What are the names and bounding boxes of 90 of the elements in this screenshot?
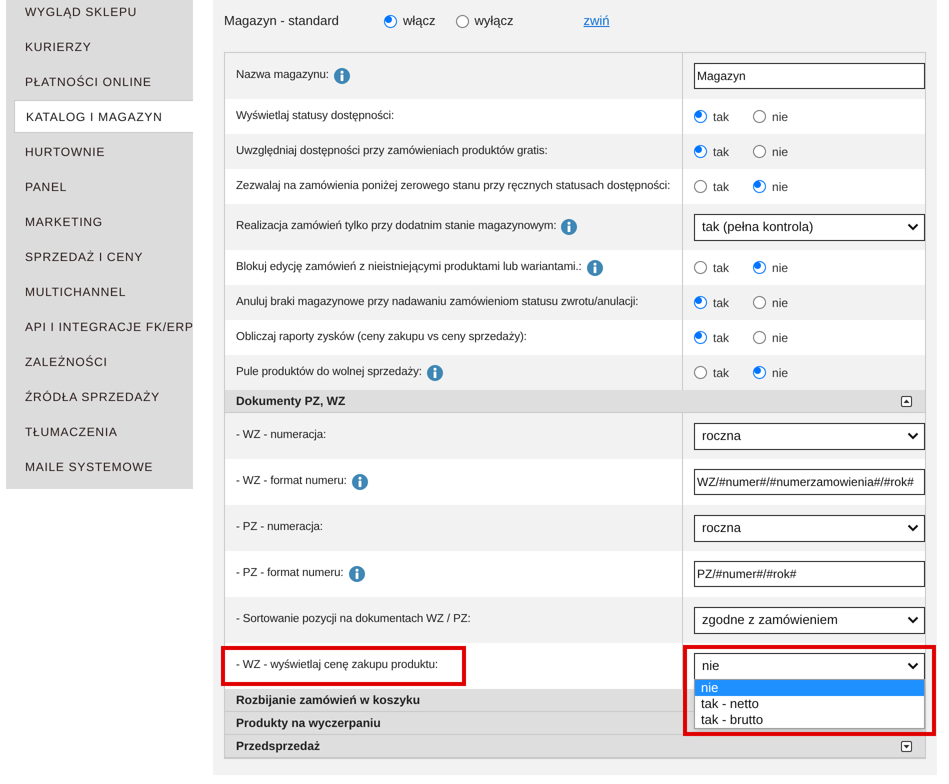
- setting-label: Blokuj edycję zamówień z nieistniejącymi produktami lub wariantami.:: [236, 260, 582, 275]
- radio-label: nie: [772, 108, 788, 126]
- radio-button[interactable]: [384, 14, 397, 28]
- dropdown-select[interactable]: zgodne z zamówieniem: [694, 606, 925, 634]
- sidebar-item[interactable]: MULTICHANNEL: [6, 274, 193, 309]
- setting-label: Anuluj braki magazynowe przy nadawaniu zamówieniom statusu zwrotu/anulacji:: [236, 294, 638, 310]
- sidebar-item[interactable]: ŹRÓDŁA SPRZEDAŻY: [6, 379, 193, 414]
- radio-label: tak: [713, 144, 730, 160]
- dropdown-select[interactable]: tak (pełna kontrola): [694, 214, 925, 240]
- input-field[interactable]: Magazyn: [694, 63, 925, 89]
- radio-label: nie: [772, 178, 788, 196]
- radio-button[interactable]: [694, 110, 707, 123]
- radio-label: nie: [772, 294, 788, 312]
- setting-label: Obliczaj raporty zysków (ceny zakupu vs ceny sprzedaży):: [236, 330, 527, 345]
- info-icon[interactable]: [426, 364, 443, 380]
- section-title[interactable]: Rozbijanie zamówień w koszyku: [236, 691, 420, 709]
- radio-button[interactable]: [753, 296, 766, 309]
- input-field[interactable]: PZ/#numer#/#rok#: [694, 561, 925, 587]
- info-icon[interactable]: [561, 219, 578, 235]
- radio-label: nie: [772, 144, 788, 160]
- info-icon[interactable]: [334, 68, 350, 84]
- expand-icon[interactable]: [901, 740, 912, 752]
- sidebar-item[interactable]: ZALEŻNOŚCI: [6, 344, 193, 379]
- radio-button[interactable]: [694, 296, 707, 309]
- sidebar-item[interactable]: TŁUMACZENIA: [6, 414, 193, 449]
- sidebar-item[interactable]: WYGLĄD SKLEPU: [6, 0, 193, 29]
- radio-label: tak: [713, 330, 730, 346]
- radio-label: tak: [713, 178, 730, 196]
- section-title[interactable]: Produkty na wyczerpaniu: [236, 714, 381, 732]
- radio-button[interactable]: [694, 331, 707, 344]
- radio-label: tak: [713, 260, 730, 276]
- collapse-icon[interactable]: [901, 396, 912, 406]
- radio-button[interactable]: [753, 261, 766, 274]
- input-field[interactable]: WZ/#numer#/#numerzamowienia#/#rok#: [694, 469, 925, 495]
- radio-button[interactable]: [694, 145, 707, 158]
- dropdown-select[interactable]: nie: [694, 652, 925, 680]
- sidebar-item[interactable]: PANEL: [6, 169, 193, 204]
- sidebar-item[interactable]: MAILE SYSTEMOWE: [6, 449, 193, 484]
- dropdown-select[interactable]: roczna: [694, 422, 925, 450]
- setting-label: Realizacja zamówień tylko przy dodatnim stanie magazynowym:: [236, 219, 556, 234]
- setting-label: Nazwa magazynu:: [236, 68, 329, 84]
- radio-label: wyłącz: [474, 12, 514, 30]
- setting-label: - WZ - format numeru:: [236, 474, 347, 490]
- dropdown-option[interactable]: tak - brutto: [695, 712, 924, 728]
- setting-label: - WZ - numeracja:: [236, 428, 326, 444]
- radio-label: włącz: [403, 12, 436, 30]
- chevron-down-icon: [907, 616, 919, 624]
- radio-button[interactable]: [753, 366, 766, 379]
- dropdown-select[interactable]: roczna: [694, 514, 925, 542]
- radio-label: tak: [713, 364, 730, 382]
- sidebar-item[interactable]: HURTOWNIE: [6, 134, 193, 169]
- setting-label: - WZ - wyświetlaj cenę zakupu produktu:: [236, 658, 438, 674]
- radio-button[interactable]: [753, 180, 766, 193]
- chevron-down-icon: [907, 524, 919, 532]
- info-icon[interactable]: [586, 260, 603, 276]
- radio-label: nie: [772, 330, 788, 346]
- radio-label: nie: [772, 364, 788, 382]
- setting-label: Uwzględniaj dostępności przy zamówieniach produktów gratis:: [236, 144, 548, 159]
- radio-label: nie: [772, 260, 788, 276]
- info-icon[interactable]: [348, 566, 364, 582]
- setting-label: - PZ - format numeru:: [236, 566, 344, 582]
- setting-label: - PZ - numeracja:: [236, 520, 323, 536]
- setting-label: Pule produktów do wolnej sprzedaży:: [236, 364, 422, 380]
- sidebar-item[interactable]: PŁATNOŚCI ONLINE: [6, 64, 193, 99]
- sidebar-item[interactable]: MARKETING: [6, 204, 193, 239]
- section-title[interactable]: Dokumenty PZ, WZ: [236, 392, 346, 410]
- radio-button[interactable]: [694, 366, 707, 379]
- radio-label: tak: [713, 294, 730, 312]
- radio-button[interactable]: [753, 110, 766, 123]
- setting-label: - Sortowanie pozycji na dokumentach WZ / PZ:: [236, 612, 471, 628]
- sidebar-item[interactable]: KURIERZY: [6, 29, 193, 64]
- info-icon[interactable]: [352, 474, 368, 490]
- radio-label: tak: [713, 108, 730, 126]
- sidebar-item[interactable]: KATALOG I MAGAZYN: [14, 100, 193, 133]
- setting-label: Wyświetlaj statusy dostępności:: [236, 108, 394, 124]
- dropdown-option[interactable]: tak - netto: [695, 696, 924, 712]
- collapse-link[interactable]: zwiń: [584, 11, 610, 31]
- chevron-down-icon: [907, 432, 919, 440]
- radio-button[interactable]: [753, 145, 766, 158]
- radio-button[interactable]: [694, 261, 707, 274]
- radio-button[interactable]: [694, 180, 707, 193]
- radio-button[interactable]: [753, 331, 766, 344]
- chevron-down-icon: [907, 223, 919, 231]
- setting-label: Zezwalaj na zamówienia poniżej zerowego stanu przy ręcznych statusach dostępności:: [236, 178, 670, 194]
- module-title: Magazyn - standard: [224, 12, 340, 30]
- section-title[interactable]: Przedsprzedaż: [236, 737, 320, 755]
- sidebar-item[interactable]: API I INTEGRACJE FK/ERP: [6, 309, 193, 344]
- radio-button[interactable]: [456, 14, 469, 28]
- sidebar-item[interactable]: SPRZEDAŻ I CENY: [6, 239, 193, 274]
- chevron-down-icon: [907, 662, 919, 670]
